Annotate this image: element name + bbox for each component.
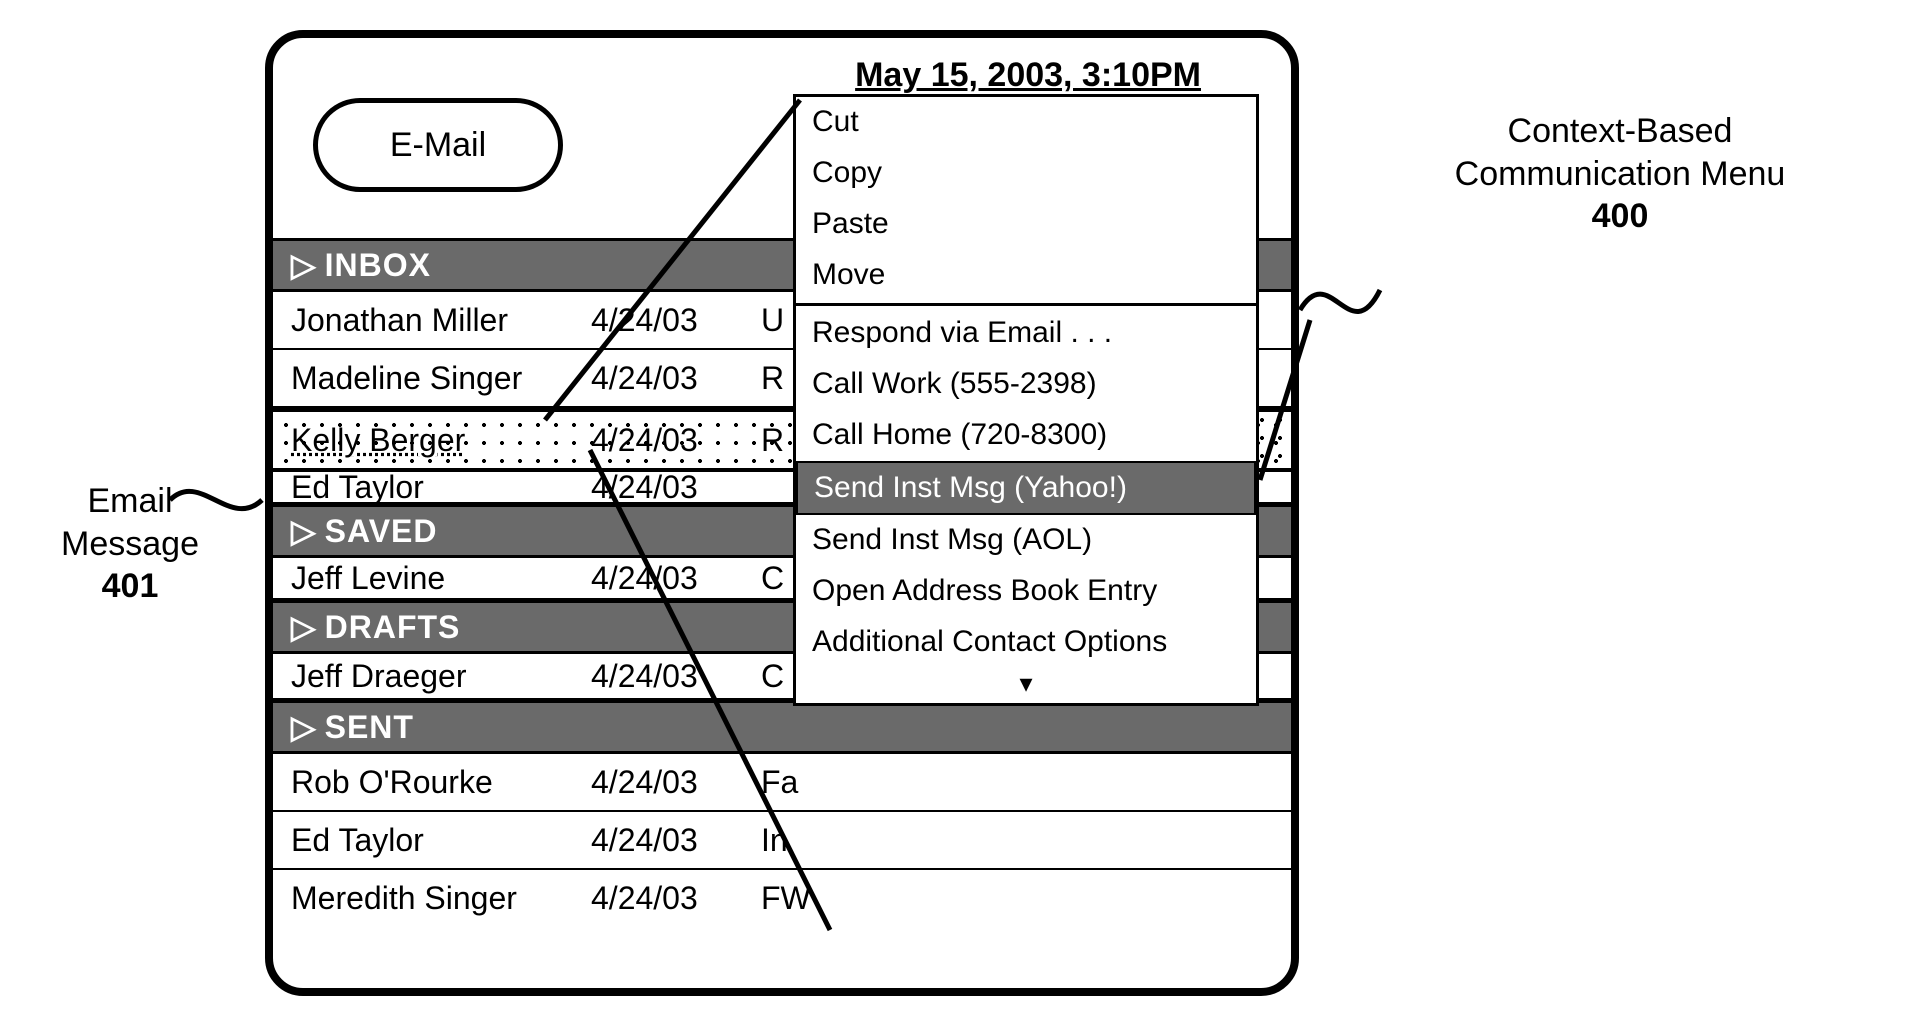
- mail-sender: Jeff Levine: [291, 560, 591, 597]
- mail-date: 4/24/03: [591, 764, 761, 801]
- expand-icon: ▷: [291, 241, 317, 289]
- menu-item-additional-options[interactable]: Additional Contact Options: [796, 617, 1256, 668]
- callout-right-line1: Context-Based: [1370, 110, 1870, 153]
- menu-item-copy[interactable]: Copy: [796, 148, 1256, 199]
- mail-date: 4/24/03: [591, 302, 761, 339]
- mail-sender: Ed Taylor: [291, 472, 591, 504]
- mail-sender: Rob O'Rourke: [291, 764, 591, 801]
- email-tab-button[interactable]: E-Mail: [313, 98, 563, 192]
- menu-separator: [796, 303, 1256, 306]
- mail-date: 4/24/03: [591, 822, 761, 859]
- folder-saved-label: SAVED: [325, 513, 438, 549]
- device-inner: May 15, 2003, 3:10PM E-Mail ▷INBOX Jonat…: [273, 38, 1291, 988]
- folder-drafts-label: DRAFTS: [325, 609, 461, 645]
- menu-item-move[interactable]: Move: [796, 250, 1256, 301]
- expand-icon: ▷: [291, 603, 317, 651]
- mail-sender: Meredith Singer: [291, 880, 591, 917]
- mail-row[interactable]: Rob O'Rourke 4/24/03 Fa: [273, 754, 1291, 812]
- mail-row[interactable]: Ed Taylor 4/24/03 In: [273, 812, 1291, 870]
- folder-sent[interactable]: ▷SENT: [273, 700, 1291, 754]
- mail-date: 4/24/03: [591, 422, 761, 459]
- callout-right-line2: Communication Menu: [1370, 153, 1870, 196]
- callout-left-number: 401: [30, 565, 230, 608]
- expand-icon: ▷: [291, 703, 317, 751]
- folder-sent-label: SENT: [325, 709, 414, 745]
- mail-row[interactable]: Meredith Singer 4/24/03 FW: [273, 870, 1291, 926]
- mail-sender: Jonathan Miller: [291, 302, 591, 339]
- menu-item-open-address-book[interactable]: Open Address Book Entry: [796, 566, 1256, 617]
- datetime-label: May 15, 2003, 3:10PM: [855, 56, 1201, 95]
- menu-item-paste[interactable]: Paste: [796, 199, 1256, 250]
- mail-sender: Kelly Berger: [291, 422, 591, 459]
- callout-email-message: Email Message 401: [30, 480, 230, 608]
- menu-item-call-home[interactable]: Call Home (720-8300): [796, 410, 1256, 461]
- menu-item-send-im-aol[interactable]: Send Inst Msg (AOL): [796, 515, 1256, 566]
- device-frame: May 15, 2003, 3:10PM E-Mail ▷INBOX Jonat…: [265, 30, 1299, 996]
- mail-date: 4/24/03: [591, 360, 761, 397]
- email-tab-label: E-Mail: [390, 126, 486, 165]
- menu-item-respond-email[interactable]: Respond via Email . . .: [796, 308, 1256, 359]
- menu-item-send-im-yahoo[interactable]: Send Inst Msg (Yahoo!): [796, 461, 1256, 515]
- callout-left-line2: Message: [30, 523, 230, 566]
- context-menu: Cut Copy Paste Move Respond via Email . …: [793, 94, 1259, 706]
- mail-date: 4/24/03: [591, 880, 761, 917]
- callout-left-line1: Email: [30, 480, 230, 523]
- diagram-stage: May 15, 2003, 3:10PM E-Mail ▷INBOX Jonat…: [0, 0, 1927, 1034]
- mail-date: 4/24/03: [591, 560, 761, 597]
- mail-date: 4/24/03: [591, 472, 761, 504]
- callout-right-number: 400: [1370, 195, 1870, 238]
- mail-sender: Ed Taylor: [291, 822, 591, 859]
- folder-inbox-label: INBOX: [325, 247, 431, 283]
- mail-subject: FW: [761, 880, 1291, 917]
- menu-more-icon[interactable]: ▾: [796, 668, 1256, 703]
- menu-item-call-work[interactable]: Call Work (555-2398): [796, 359, 1256, 410]
- mail-sender: Jeff Draeger: [291, 658, 591, 695]
- mail-sender: Madeline Singer: [291, 360, 591, 397]
- expand-icon: ▷: [291, 507, 317, 555]
- callout-context-menu: Context-Based Communication Menu 400: [1370, 110, 1870, 238]
- mail-subject: Fa: [761, 764, 1291, 801]
- menu-item-cut[interactable]: Cut: [796, 97, 1256, 148]
- mail-subject: In: [761, 822, 1291, 859]
- mail-date: 4/24/03: [591, 658, 761, 695]
